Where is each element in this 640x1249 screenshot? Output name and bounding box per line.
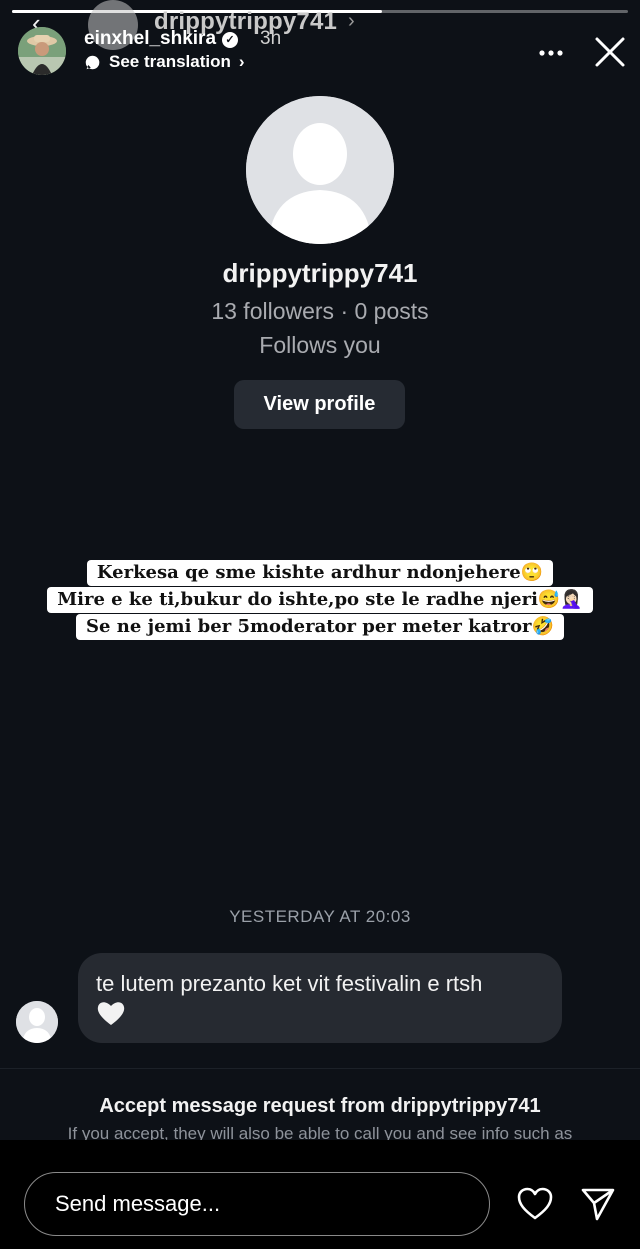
divider bbox=[0, 1068, 640, 1069]
speech-bubble-icon bbox=[85, 55, 100, 69]
story-caption: Kerkesa qe sme kishte ardhur ndonjehere🙄… bbox=[0, 560, 640, 641]
chevron-right-icon: › bbox=[348, 10, 355, 32]
caption-line: Mire e ke ti,bukur do ishte,po ste le ra… bbox=[47, 587, 593, 613]
see-translation-link[interactable]: See translation › bbox=[84, 52, 245, 72]
sender-avatar bbox=[16, 1001, 58, 1043]
caption-line: Se ne jemi ber 5moderator per meter katr… bbox=[76, 614, 564, 640]
author-avatar[interactable] bbox=[18, 27, 66, 75]
message-date-label: YESTERDAY AT 20:03 bbox=[229, 907, 411, 926]
verified-badge-icon: ✓ bbox=[222, 32, 239, 48]
paper-plane-icon[interactable] bbox=[580, 1186, 616, 1222]
message-text: te lutem prezanto ket vit festivalin e r… bbox=[96, 971, 483, 996]
chevron-right-icon: › bbox=[238, 52, 245, 71]
profile-username: drippytrippy741 bbox=[222, 258, 418, 288]
story-time: 3h bbox=[260, 28, 282, 49]
profile-stats: 13 followers · 0 posts bbox=[211, 298, 429, 324]
message-request-title: Accept message request from drippytrippy… bbox=[99, 1095, 541, 1117]
message-request-subtitle: If you accept, they will also be able to… bbox=[67, 1124, 573, 1140]
author-username[interactable]: einxhel_shkira ✓ bbox=[84, 28, 239, 50]
view-profile-button[interactable]: View profile bbox=[234, 380, 405, 429]
caption-line: Kerkesa qe sme kishte ardhur ndonjehere🙄 bbox=[86, 560, 554, 586]
white-heart-emoji bbox=[97, 1002, 125, 1025]
see-translation-label[interactable]: See translation bbox=[109, 52, 231, 72]
story-view: ‹ drippytrippy741 › einxhel_shkira ✓ 3h S… bbox=[0, 0, 640, 1140]
follows-you-label: Follows you bbox=[259, 332, 381, 358]
profile-avatar bbox=[246, 96, 394, 244]
author-username-text[interactable]: einxhel_shkira bbox=[84, 28, 216, 49]
more-dots-icon[interactable] bbox=[536, 38, 566, 68]
close-icon[interactable] bbox=[592, 34, 628, 70]
message-bubble: te lutem prezanto ket vit festivalin e r… bbox=[78, 953, 562, 1043]
send-message-input[interactable]: Send message... bbox=[24, 1172, 490, 1236]
heart-icon[interactable] bbox=[516, 1186, 554, 1222]
